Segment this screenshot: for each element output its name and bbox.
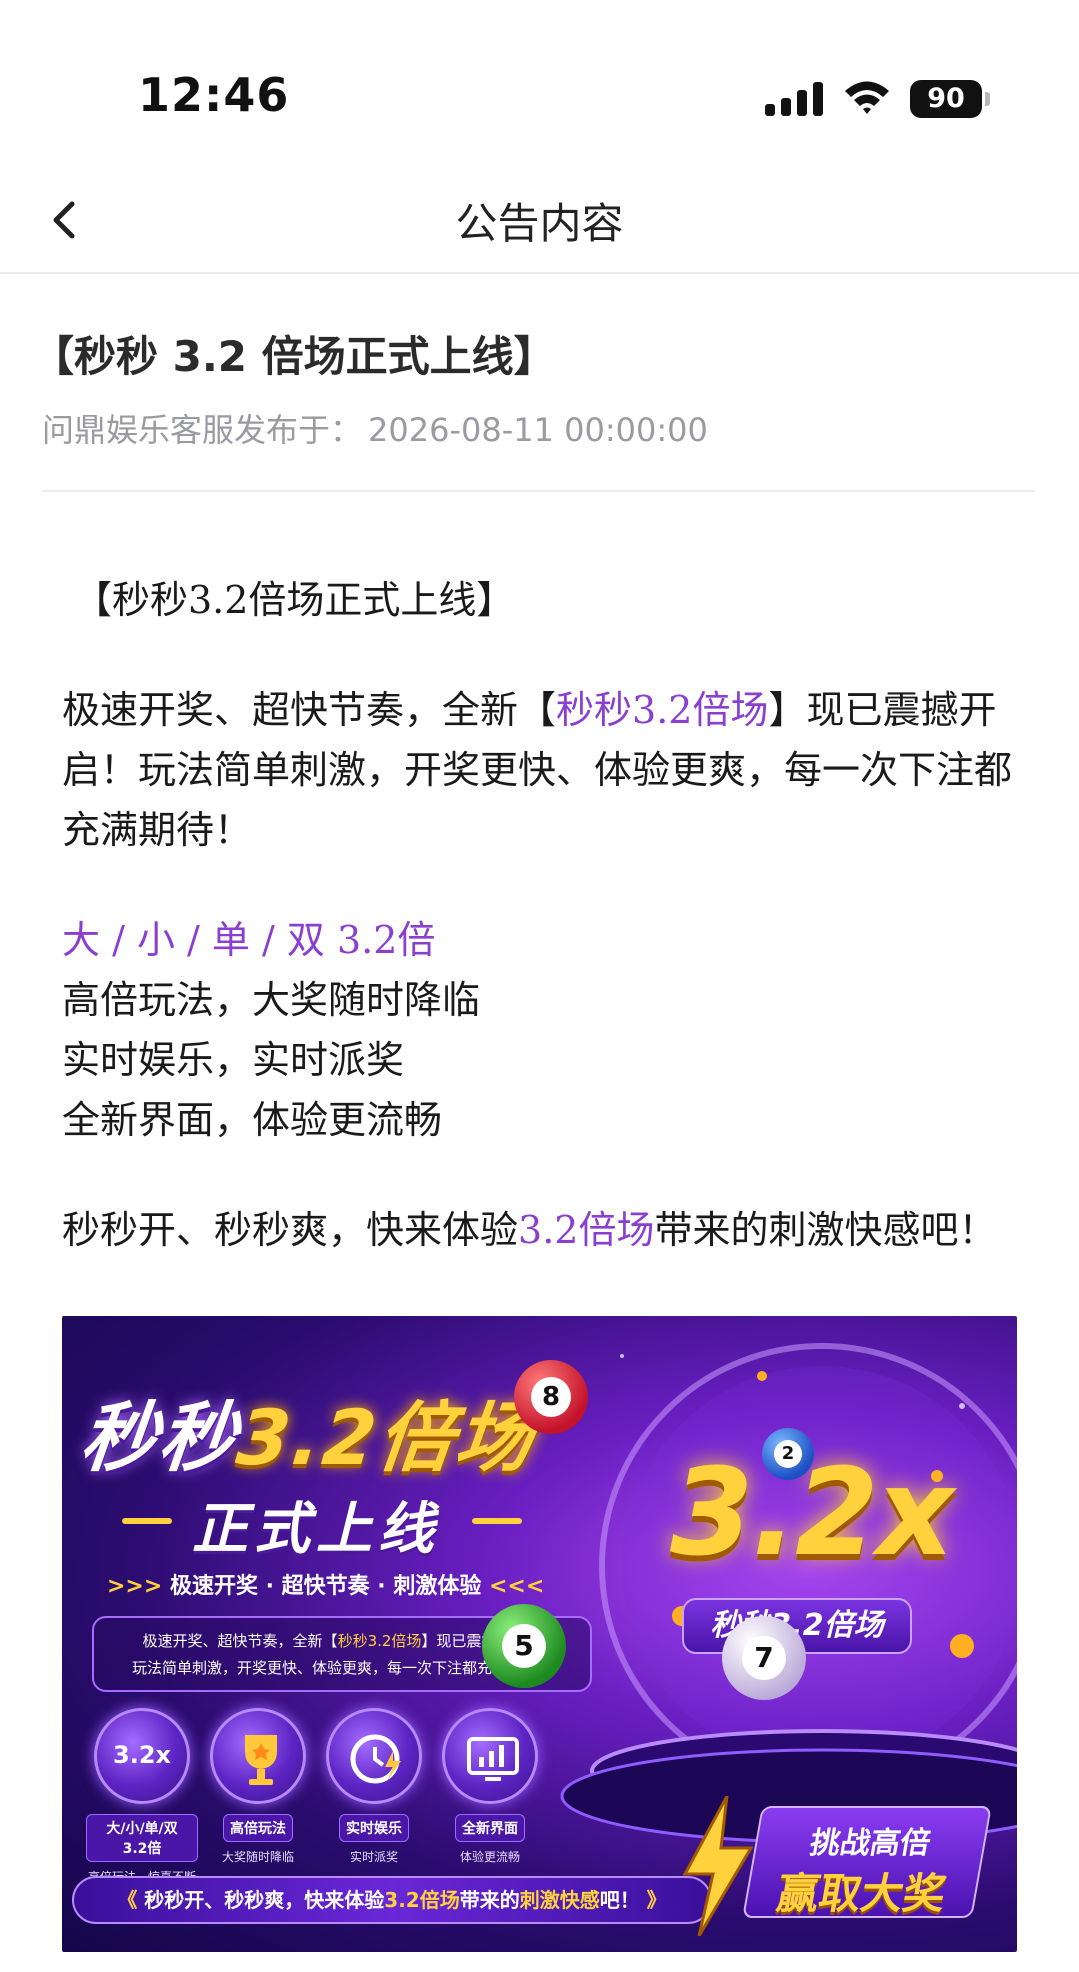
intro-text: 极速开奖、超快节奏，全新【	[62, 688, 557, 732]
status-bar: 12:46 90	[0, 0, 1079, 170]
banner-title-white: 秒秒	[76, 1393, 242, 1482]
multiplier-chip-icon: 3.2x	[94, 1708, 190, 1804]
feature-caption: 体验更流畅	[459, 1850, 520, 1864]
page-title: 公告内容	[455, 199, 624, 248]
feature-realtime: 实时娱乐 实时派奖	[318, 1708, 430, 1865]
feature-label: 高倍玩法	[223, 1814, 293, 1842]
bottom-text-3: 吧！	[599, 1888, 640, 1912]
banner-title: 秒秒3.2倍场	[76, 1376, 540, 1486]
tagline-text: 极速开奖 · 超快节奏 · 刺激体验	[169, 1574, 482, 1599]
post-date: 2026-08-11 00:00:00	[368, 411, 708, 449]
banner-bottom-bar: 《 秒秒开、秒秒爽，快来体验3.2倍场带来的刺激快感吧！ 》	[72, 1876, 712, 1924]
feature-caption: 实时派奖	[349, 1850, 398, 1864]
banner-tagline: >>> 极速开奖 · 超快节奏 · 刺激体验 <<<	[107, 1574, 545, 1599]
ball-number: 8	[531, 1377, 571, 1417]
bottom-highlight: 3.2倍场	[384, 1888, 460, 1912]
bottom-highlight-2: 刺激快感	[519, 1888, 600, 1912]
challenge-line-1: 挑战高倍	[807, 1826, 934, 1861]
banner-subtitle: 正式上线	[192, 1497, 440, 1562]
chip-text: 3.2x	[113, 1741, 171, 1769]
lottery-ball-7: 7	[722, 1616, 806, 1700]
ball-number: 5	[502, 1624, 546, 1668]
bottom-text-2: 带来的	[459, 1888, 520, 1912]
clock-lightning-icon	[326, 1708, 422, 1804]
bottom-text: 秒秒开、秒秒爽，快来体验	[144, 1888, 385, 1912]
feature-line: 高倍玩法，大奖随时降临	[62, 978, 481, 1022]
lottery-ball-5: 5	[482, 1604, 566, 1688]
promo-banner[interactable]: 秒秒3.2倍场 正式上线 >>> 极速开奖 · 超快节奏 · 刺激体验 <<< …	[62, 1316, 1017, 1952]
nav-bar: 公告内容	[0, 170, 1079, 274]
intro-highlight: 秒秒3.2倍场	[556, 688, 769, 732]
outro-text-2: 带来的刺激快感吧！	[654, 1208, 997, 1252]
challenge-line-2: 赢取大奖	[773, 1869, 950, 1918]
cellular-signal-icon	[765, 80, 825, 116]
feature-line: 实时娱乐，实时派奖	[62, 1038, 405, 1082]
ball-number: 2	[774, 1440, 802, 1468]
challenge-badge: 挑战高倍 赢取大奖	[742, 1806, 992, 1918]
lottery-ball-2: 2	[762, 1428, 814, 1480]
divider	[42, 490, 1035, 492]
feature-high-odds: 高倍玩法 大奖随时降临	[202, 1708, 314, 1865]
feature-caption: 大奖随时降临	[221, 1850, 294, 1864]
wifi-icon	[845, 81, 889, 114]
desc-text: 极速开奖、超快节奏，全新【	[142, 1632, 338, 1650]
odds-line: 大 / 小 / 单 / 双 3.2倍	[62, 918, 436, 962]
lottery-ball-8: 8	[514, 1360, 588, 1434]
feature-new-ui: 全新界面 体验更流畅	[434, 1708, 546, 1865]
battery-level: 90	[910, 80, 982, 118]
post-meta: 问鼎娱乐客服发布于： 2026-08-11 00:00:00	[42, 405, 708, 451]
monitor-chart-icon	[442, 1708, 538, 1804]
body-intro: 极速开奖、超快节奏，全新【秒秒3.2倍场】现已震撼开启！玩法简单刺激，开奖更快、…	[62, 680, 1022, 860]
feature-label: 实时娱乐	[339, 1814, 409, 1842]
post-body: 【秒秒3.2倍场正式上线】 极速开奖、超快节奏，全新【秒秒3.2倍场】现已震撼开…	[62, 570, 1022, 1260]
post-publisher: 问鼎娱乐客服发布于：	[42, 411, 363, 449]
feature-label: 全新界面	[455, 1814, 525, 1842]
title-dash-left	[122, 1518, 172, 1524]
title-dash-right	[472, 1518, 522, 1524]
ball-number: 7	[742, 1636, 786, 1680]
desc-highlight: 秒秒3.2倍场	[337, 1632, 422, 1650]
feature-odds: 3.2x 大/小/单/双 3.2倍 高倍玩法，惊喜不断	[86, 1708, 198, 1885]
trophy-icon	[210, 1708, 306, 1804]
feature-line: 全新界面，体验更流畅	[62, 1098, 443, 1142]
outro-highlight: 3.2倍场	[518, 1208, 655, 1252]
body-outro: 秒秒开、秒秒爽，快来体验3.2倍场带来的刺激快感吧！	[62, 1200, 1022, 1260]
banner-title-gold: 3.2倍场	[232, 1393, 539, 1482]
feature-label: 大/小/单/双 3.2倍	[86, 1814, 198, 1862]
battery-icon: 90	[910, 80, 990, 118]
body-heading: 【秒秒3.2倍场正式上线】	[74, 578, 515, 622]
outro-text: 秒秒开、秒秒爽，快来体验	[62, 1208, 519, 1252]
status-time: 12:46	[138, 68, 290, 122]
post-title: 【秒秒 3.2 倍场正式上线】	[32, 332, 556, 381]
